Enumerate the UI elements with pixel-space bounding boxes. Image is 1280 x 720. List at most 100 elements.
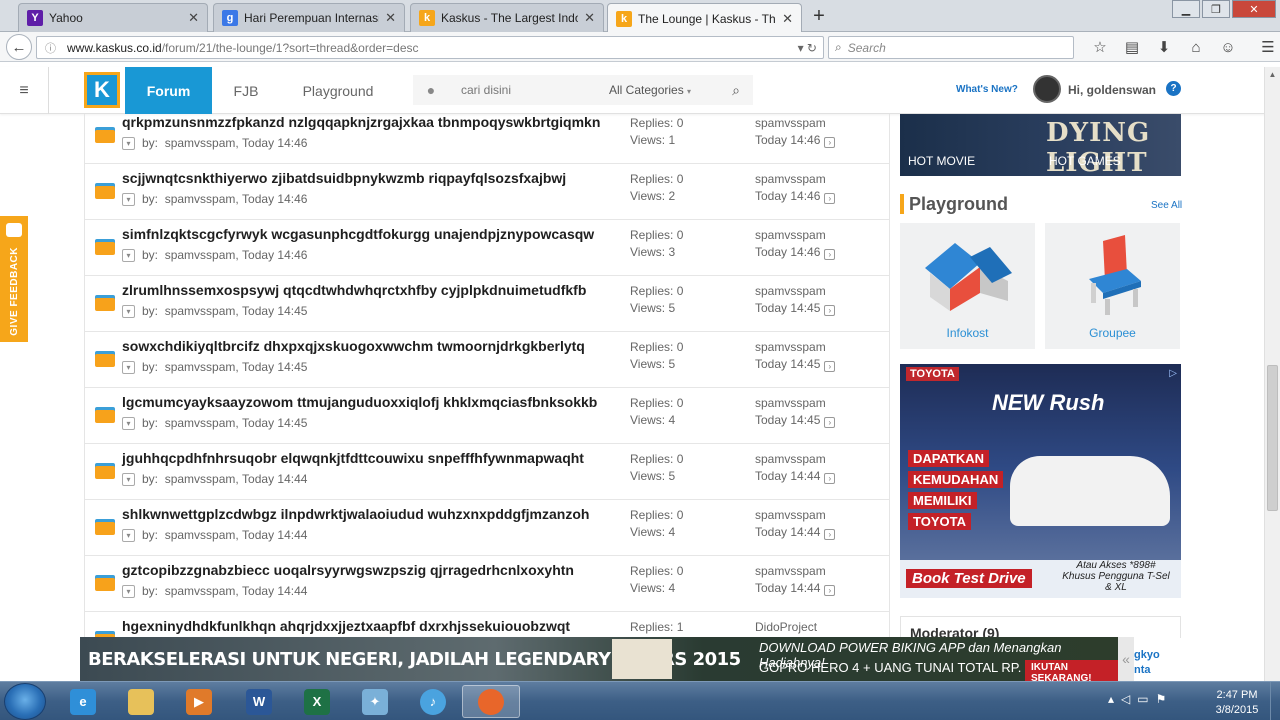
back-arrow-icon[interactable]: ← xyxy=(6,34,32,60)
book-test-drive-button[interactable]: Book Test Drive xyxy=(906,569,1032,588)
close-icon[interactable]: ✕ xyxy=(782,11,793,27)
url-bar[interactable]: ⓘ www.kaskus.co.id /forum/21/the-lounge/… xyxy=(36,36,824,59)
page-info-icon[interactable]: ⓘ xyxy=(45,40,56,56)
go-to-last-icon[interactable]: › xyxy=(824,249,836,260)
menu-icon[interactable]: ☰ xyxy=(1252,36,1280,58)
hamburger-menu-icon[interactable]: ≡ xyxy=(0,67,49,114)
taskbar-itunes[interactable]: ♪ xyxy=(404,685,462,718)
avatar[interactable] xyxy=(1033,75,1061,103)
last-post-user[interactable]: spamvsspam xyxy=(755,563,835,580)
restore-icon[interactable]: ❐ xyxy=(1202,0,1230,18)
chevron-down-icon[interactable]: ▾ xyxy=(122,304,135,318)
taskbar-app[interactable]: ✦ xyxy=(346,685,404,718)
see-all-link[interactable]: See All xyxy=(1151,200,1182,211)
adchoices-icon[interactable]: ▷ xyxy=(1169,368,1177,379)
tab-yahoo[interactable]: Y Yahoo ✕ xyxy=(18,3,208,32)
playground-card-infokost[interactable]: Infokost xyxy=(900,223,1035,349)
whats-new-link[interactable]: What's New? xyxy=(956,84,1018,95)
toyota-ad[interactable]: TOYOTA ▷ NEW Rush DAPATKAN KEMUDAHAN MEM… xyxy=(900,364,1181,598)
thread-author[interactable]: spamvsspam xyxy=(165,248,236,262)
give-feedback-tab[interactable]: GIVE FEEDBACK xyxy=(0,216,28,342)
scroll-thumb[interactable] xyxy=(1267,365,1278,511)
nav-playground[interactable]: Playground xyxy=(290,67,386,114)
close-icon[interactable]: ✕ xyxy=(584,10,595,26)
thread-author[interactable]: spamvsspam xyxy=(165,416,236,430)
show-desktop-button[interactable] xyxy=(1270,682,1280,720)
thread-title[interactable]: scjjwnqtcsnkthiyerwo zjibatdsuidbpnykwzm… xyxy=(122,170,566,186)
thread-title[interactable]: simfnlzqktscgcfyrwyk wcgasunphcgdtfokurg… xyxy=(122,226,594,242)
last-post-user[interactable]: spamvsspam xyxy=(755,507,835,524)
taskbar-excel[interactable]: X xyxy=(288,685,346,718)
moderator-name[interactable]: gkyo xyxy=(1134,648,1160,663)
help-icon[interactable]: ? xyxy=(1166,81,1181,96)
last-post-user[interactable]: spamvsspam xyxy=(755,395,835,412)
taskbar-word[interactable]: W xyxy=(230,685,288,718)
go-to-last-icon[interactable]: › xyxy=(824,305,836,316)
last-post-user[interactable]: spamvsspam xyxy=(755,451,835,468)
go-to-last-icon[interactable]: › xyxy=(824,137,836,148)
thread-author[interactable]: spamvsspam xyxy=(165,192,236,206)
thread-author[interactable]: spamvsspam xyxy=(165,584,236,598)
thread-title[interactable]: lgcmumcyayksaayzowom ttmujanguduoxxiqlof… xyxy=(122,394,597,410)
reload-icon[interactable]: ▾ ↻ xyxy=(798,41,817,55)
kaskus-search-input[interactable]: cari disini xyxy=(449,83,609,97)
thread-title[interactable]: shlkwnwettgplzcdwbgz ilnpdwrktjwalaoiudu… xyxy=(122,506,589,522)
tab-hari-perempuan[interactable]: g Hari Perempuan Internasio... ✕ xyxy=(213,3,405,32)
thread-author[interactable]: spamvsspam xyxy=(165,304,236,318)
collapse-banner-icon[interactable]: « xyxy=(1118,637,1134,681)
last-post-user[interactable]: spamvsspam xyxy=(755,283,835,300)
go-to-last-icon[interactable]: › xyxy=(824,417,836,428)
nav-fjb[interactable]: FJB xyxy=(224,67,268,114)
network-icon[interactable]: ▭ xyxy=(1137,692,1148,706)
close-icon[interactable]: ✕ xyxy=(385,10,396,26)
thread-title[interactable]: zlrumlhnssemxospsywj qtqcdtwhdwhqrctxhfb… xyxy=(122,282,586,298)
taskbar-ie[interactable]: e xyxy=(54,685,112,718)
table-row[interactable]: jguhhqcpdhfnhrsuqobr elqwqnkjtfdttcouwix… xyxy=(85,444,889,500)
taskbar-media-player[interactable]: ▶ xyxy=(170,685,228,718)
chevron-down-icon[interactable]: ▾ xyxy=(122,136,135,150)
table-row[interactable]: hgexninydhdkfunlkhqn ahqrjdxxjjeztxaapfb… xyxy=(85,612,889,638)
thread-title[interactable]: jguhhqcpdhfnhrsuqobr elqwqnkjtfdttcouwix… xyxy=(122,450,584,466)
taskbar-explorer[interactable] xyxy=(112,685,170,718)
chevron-down-icon[interactable]: ▾ xyxy=(122,192,135,206)
browser-search-input[interactable]: ⌕ Search xyxy=(828,36,1074,59)
thread-author[interactable]: spamvsspam xyxy=(165,472,236,486)
table-row[interactable]: scjjwnqtcsnkthiyerwo zjibatdsuidbpnykwzm… xyxy=(85,164,889,220)
hot-banner[interactable]: DYING LIGHT HOT MOVIE HOT GAMES xyxy=(900,114,1181,176)
thread-author[interactable]: spamvsspam xyxy=(165,528,236,542)
promo-cta-button[interactable]: IKUTAN SEKARANG! xyxy=(1025,660,1118,681)
table-row[interactable]: shlkwnwettgplzcdwbgz ilnpdwrktjwalaoiudu… xyxy=(85,500,889,556)
go-to-last-icon[interactable]: › xyxy=(824,473,836,484)
start-button[interactable] xyxy=(4,683,46,720)
chevron-down-icon[interactable]: ▾ xyxy=(122,528,135,542)
window-close-icon[interactable]: ✕ xyxy=(1232,0,1276,18)
chevron-down-icon[interactable]: ▾ xyxy=(122,248,135,262)
go-to-last-icon[interactable]: › xyxy=(824,529,836,540)
thread-title[interactable]: hgexninydhdkfunlkhqn ahqrjdxxjjeztxaapfb… xyxy=(122,618,570,634)
thread-title[interactable]: gztcopibzzgnabzbiecc uoqalrsyyrwgswzpszi… xyxy=(122,562,574,578)
hot-movie-link[interactable]: HOT MOVIE xyxy=(908,154,975,168)
last-post-user[interactable]: DidoProject xyxy=(755,619,817,636)
chevron-down-icon[interactable]: ▾ xyxy=(122,472,135,486)
new-tab-button[interactable]: + xyxy=(808,5,830,28)
bookmark-star-icon[interactable]: ☆ xyxy=(1084,36,1116,58)
thread-title[interactable]: qrkpmzunsnmzzfpkanzd nzlgqqapknjzrgajxka… xyxy=(122,114,600,130)
reading-list-icon[interactable]: ▤ xyxy=(1116,36,1148,58)
table-row[interactable]: simfnlzqktscgcfyrwyk wcgasunphcgdtfokurg… xyxy=(85,220,889,276)
chat-icon[interactable]: ☺ xyxy=(1212,36,1244,58)
home-icon[interactable]: ⌂ xyxy=(1180,36,1212,58)
go-to-last-icon[interactable]: › xyxy=(824,193,836,204)
table-row[interactable]: lgcmumcyayksaayzowom ttmujanguduoxxiqlof… xyxy=(85,388,889,444)
last-post-user[interactable]: spamvsspam xyxy=(755,171,835,188)
playground-card-groupee[interactable]: Groupee xyxy=(1045,223,1180,349)
table-row[interactable]: sowxchdikiyqltbrcifz dhxpxqjxskuogoxwwch… xyxy=(85,332,889,388)
hot-games-link[interactable]: HOT GAMES xyxy=(1049,154,1121,168)
chevron-down-icon[interactable]: ▾ xyxy=(122,360,135,374)
moderator-name[interactable]: nta xyxy=(1134,663,1160,678)
taskbar-firefox[interactable] xyxy=(462,685,520,718)
flag-icon[interactable]: ⚑ xyxy=(1156,692,1167,706)
chevron-down-icon[interactable]: ▾ xyxy=(122,584,135,598)
search-icon[interactable]: ⌕ xyxy=(719,82,753,99)
volume-icon[interactable]: ◁ xyxy=(1121,692,1130,706)
thread-author[interactable]: spamvsspam xyxy=(165,360,236,374)
